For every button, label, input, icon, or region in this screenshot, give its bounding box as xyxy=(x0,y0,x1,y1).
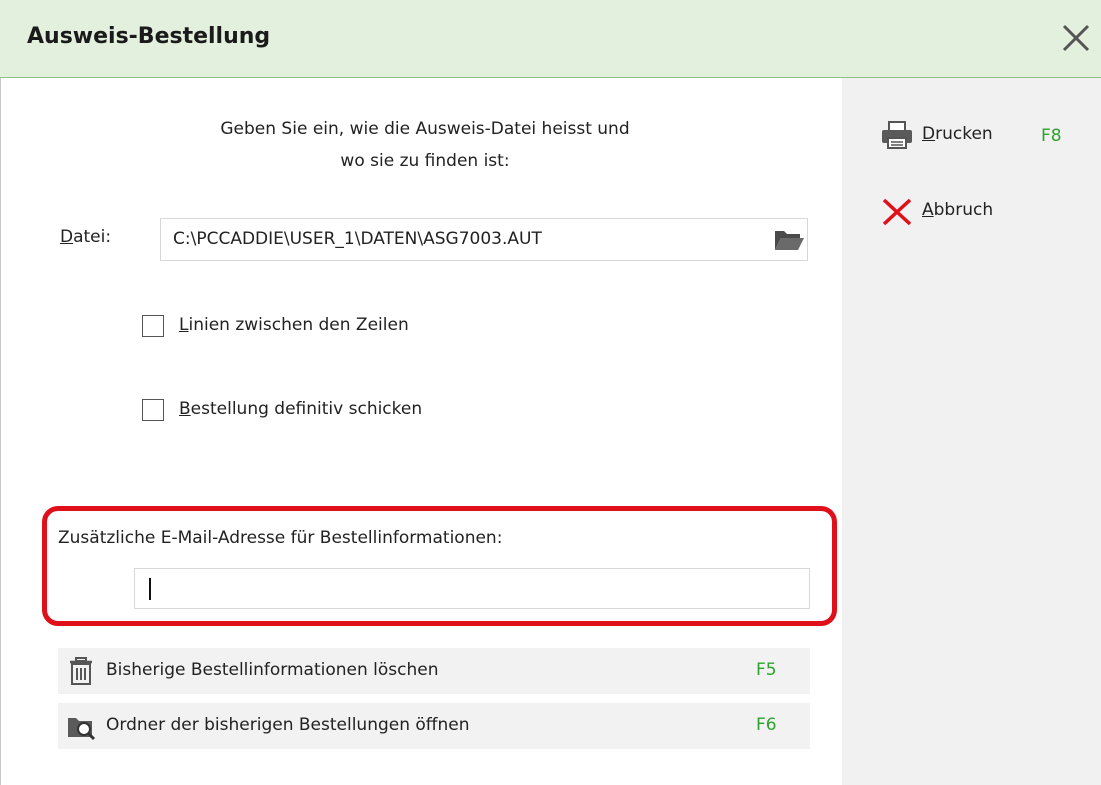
print-button[interactable]: Drucken xyxy=(880,120,1040,150)
text-caret xyxy=(149,578,151,600)
window-title: Ausweis-Bestellung xyxy=(27,24,271,49)
delete-order-info-button[interactable]: Bisherige Bestellinformationen löschen F… xyxy=(58,648,810,694)
delete-order-info-label: Bisherige Bestellinformationen löschen xyxy=(106,660,439,680)
file-path-field[interactable]: C:\PCCADDIE\USER_1\DATEN\ASG7003.AUT xyxy=(160,218,808,261)
instruction-text: Geben Sie ein, wie die Ausweis-Datei hei… xyxy=(150,113,700,177)
email-input[interactable] xyxy=(134,568,810,609)
lines-between-rows-label: Linien zwischen den Zeilen xyxy=(179,315,409,335)
close-button[interactable] xyxy=(1056,18,1096,58)
delete-order-info-shortcut: F5 xyxy=(756,660,777,680)
send-order-definitively-label: Bestellung definitiv schicken xyxy=(179,399,423,419)
title-bar: Ausweis-Bestellung xyxy=(0,0,1101,78)
file-path-value: C:\PCCADDIE\USER_1\DATEN\ASG7003.AUT xyxy=(173,229,542,249)
window-left-border xyxy=(0,78,1,785)
folder-open-icon xyxy=(775,231,804,250)
printer-icon xyxy=(882,121,912,149)
browse-folder-button[interactable] xyxy=(772,224,806,254)
instruction-line-2: wo sie zu finden ist: xyxy=(340,151,510,171)
folder-search-icon xyxy=(68,718,96,741)
send-order-definitively-option[interactable]: Bestellung definitiv schicken xyxy=(142,396,482,426)
instruction-line-1: Geben Sie ein, wie die Ausweis-Datei hei… xyxy=(220,119,630,139)
lines-between-rows-option[interactable]: Linien zwischen den Zeilen xyxy=(142,312,472,342)
email-label: Zusätzliche E-Mail-Adresse für Bestellin… xyxy=(58,528,503,548)
lines-between-rows-checkbox[interactable] xyxy=(142,315,164,337)
open-orders-folder-shortcut: F6 xyxy=(756,715,777,735)
close-x-icon xyxy=(1062,24,1090,52)
send-order-definitively-checkbox[interactable] xyxy=(142,399,164,421)
file-label: Datei: xyxy=(60,227,112,247)
trash-icon xyxy=(70,657,92,685)
print-label: Drucken xyxy=(922,124,993,144)
side-panel xyxy=(842,78,1101,785)
cancel-label: Abbruch xyxy=(922,200,994,220)
print-shortcut: F8 xyxy=(1041,126,1062,146)
open-orders-folder-button[interactable]: Ordner der bisherigen Bestellungen öffne… xyxy=(58,703,810,749)
open-orders-folder-label: Ordner der bisherigen Bestellungen öffne… xyxy=(106,715,470,735)
red-x-icon xyxy=(882,198,912,226)
cancel-button[interactable]: Abbruch xyxy=(880,196,1040,226)
